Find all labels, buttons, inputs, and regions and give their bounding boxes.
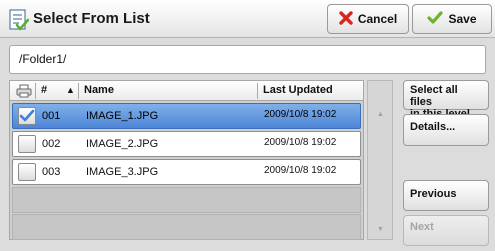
file-list: # ▲ Name Last Updated 001 IMAGE_1.JPG 20… [9,80,364,240]
select-all-files-button[interactable]: Select all files in this level [403,80,489,120]
table-row[interactable]: 001 IMAGE_1.JPG 2009/10/8 19:02 [12,103,361,129]
scrollbar: ▲ ▼ [367,80,393,240]
row-date: 2009/10/8 19:02 [264,109,337,120]
page-title: Select From List [33,10,150,27]
folder-path-field: /Folder1/ [9,45,486,74]
list-document-check-icon [9,9,30,31]
previous-button[interactable]: Previous [403,180,489,211]
list-header: # ▲ Name Last Updated [10,81,363,101]
scroll-down-button[interactable]: ▼ [377,226,384,233]
row-date: 2009/10/8 19:02 [264,165,337,176]
checkbox-checked[interactable] [18,107,36,125]
cancel-label: Cancel [357,12,398,26]
checkmark-icon [427,10,444,28]
details-button[interactable]: Details... [403,114,489,146]
row-name: IMAGE_3.JPG [86,166,159,178]
column-divider [78,83,79,99]
checkbox[interactable] [18,163,36,181]
scroll-up-button[interactable]: ▲ [377,111,384,118]
column-header-name[interactable]: Name [84,81,114,100]
checkbox[interactable] [18,135,36,153]
table-row[interactable]: 002 IMAGE_2.JPG 2009/10/8 19:02 [12,131,361,157]
row-number: 003 [42,166,61,178]
printer-icon [16,81,32,100]
row-number: 002 [42,138,61,150]
column-header-last-updated[interactable]: Last Updated [263,81,333,100]
row-date: 2009/10/8 19:02 [264,137,337,148]
sort-ascending-icon: ▲ [66,85,75,95]
empty-row [12,214,361,240]
next-button[interactable]: Next [403,215,489,246]
row-name: IMAGE_2.JPG [86,138,159,150]
cancel-button[interactable]: Cancel [327,4,409,34]
column-divider [35,83,36,99]
save-label: Save [448,12,477,26]
cross-icon [339,10,353,28]
table-row[interactable]: 003 IMAGE_3.JPG 2009/10/8 19:02 [12,159,361,185]
column-divider [257,83,258,99]
empty-row [12,187,361,213]
select-all-label-line1: Select all files [410,84,458,108]
row-name: IMAGE_1.JPG [86,110,159,122]
save-button[interactable]: Save [412,4,492,34]
column-header-number[interactable]: # [41,81,47,100]
row-number: 001 [42,110,61,122]
header-bar: Select From List Cancel Save [0,0,495,38]
